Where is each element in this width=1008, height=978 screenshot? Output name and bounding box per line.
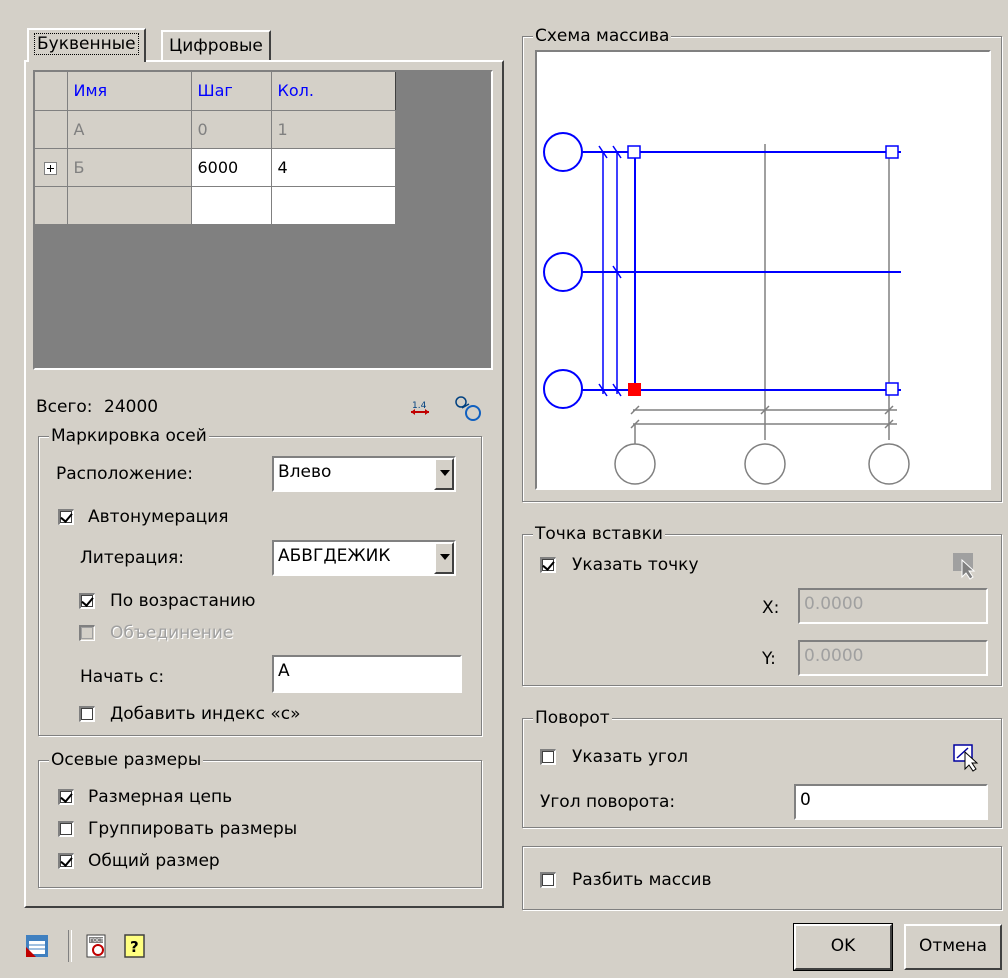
array-scheme-preview: [535, 50, 991, 490]
explode-label[interactable]: Разбить массив: [572, 869, 712, 891]
specify-point-label[interactable]: Указать точку: [572, 554, 699, 576]
cell-name[interactable]: Б: [67, 148, 192, 187]
placement-value: Влево: [278, 462, 332, 482]
angle-input[interactable]: 0: [794, 784, 988, 820]
start-label: Начать с:: [80, 667, 165, 687]
y-input: 0.0000: [798, 640, 988, 676]
literation-value: АБВГДЕЖИК: [278, 546, 391, 566]
tab-letter-label: Буквенные: [34, 33, 139, 55]
literation-dropdown-icon[interactable]: [434, 542, 454, 574]
x-input: 0.0000: [798, 588, 988, 624]
dim-chain-checkbox[interactable]: [58, 789, 74, 805]
cell-count[interactable]: [271, 186, 396, 225]
start-input[interactable]: А: [272, 655, 462, 693]
cell-step[interactable]: [191, 186, 272, 225]
overall-dim-checkbox[interactable]: [58, 853, 74, 869]
literation-label: Литерация:: [80, 548, 184, 568]
tab-digit-label: Цифровые: [169, 36, 263, 56]
group-dims-label[interactable]: Группировать размеры: [88, 818, 297, 840]
autonumber-label[interactable]: Автонумерация: [88, 506, 228, 528]
explode-checkbox[interactable]: [540, 872, 556, 888]
placement-dropdown-icon[interactable]: [434, 458, 454, 490]
total-label: Всего:: [36, 397, 93, 417]
svg-text:ГОСТ: ГОСТ: [90, 938, 104, 944]
dim-chain-label[interactable]: Размерная цепь: [88, 786, 232, 808]
col-header-step[interactable]: Шаг: [191, 72, 272, 111]
expand-cell[interactable]: [35, 148, 68, 187]
bottom-axis-markers: [614, 424, 910, 485]
ok-button-label: OK: [830, 936, 856, 956]
table-row[interactable]: Б 6000 4: [35, 148, 396, 187]
merge-checkbox: [79, 625, 95, 641]
toolbar-separator: [68, 930, 72, 962]
specify-angle-checkbox[interactable]: [540, 749, 556, 765]
merge-label: Объединение: [110, 623, 234, 643]
bottom-dimension-chain: [630, 405, 897, 429]
insert-point-title: Точка вставки: [533, 523, 665, 545]
table-row[interactable]: А 0 1: [35, 110, 396, 149]
specify-angle-label[interactable]: Указать угол: [572, 746, 688, 768]
autonumber-checkbox[interactable]: [58, 509, 74, 525]
svg-text:?: ?: [130, 938, 139, 956]
group-dims-checkbox[interactable]: [58, 821, 74, 837]
placement-select[interactable]: Влево: [272, 456, 456, 492]
swap-axes-icon[interactable]: 1.4: [409, 398, 433, 418]
add-index-label[interactable]: Добавить индекс «с»: [110, 703, 301, 725]
scheme-title: Схема массива: [533, 25, 672, 47]
col-header-name[interactable]: Имя: [67, 72, 192, 111]
col-header-count[interactable]: Кол.: [271, 72, 396, 111]
svg-text:1.4: 1.4: [412, 401, 427, 411]
cell-step[interactable]: 0: [191, 110, 272, 149]
cell-name[interactable]: А: [67, 110, 192, 149]
axes-table[interactable]: Имя Шаг Кол. А 0 1 Б 6000 4: [33, 70, 493, 370]
x-value: 0.0000: [804, 594, 864, 614]
table-header-row: Имя Шаг Кол.: [35, 72, 396, 111]
row-expander: [35, 110, 68, 149]
expand-plus-icon[interactable]: [44, 161, 58, 175]
placement-label: Расположение:: [56, 464, 193, 484]
start-value: А: [278, 661, 290, 681]
cancel-button-label: Отмена: [918, 936, 988, 956]
link-icon[interactable]: [453, 394, 487, 424]
reference-icon[interactable]: ГОСТ: [84, 933, 110, 959]
table-row[interactable]: [35, 186, 396, 225]
rotation-title: Поворот: [533, 707, 612, 729]
row-header-corner: [35, 72, 68, 111]
cell-name[interactable]: [67, 186, 192, 225]
row-expander: [35, 186, 68, 225]
base-point: [628, 383, 641, 396]
vertical-axis-lines: [634, 144, 890, 440]
y-value: 0.0000: [804, 646, 864, 666]
x-label: X:: [762, 598, 780, 618]
grip-points: [627, 145, 899, 396]
horizontal-axis-lines: [575, 151, 901, 391]
overall-dim-label[interactable]: Общий размер: [88, 850, 220, 872]
ok-button[interactable]: OK: [793, 923, 893, 971]
axis-marking-title: Маркировка осей: [49, 425, 209, 447]
pick-point-icon[interactable]: [950, 550, 980, 580]
axis-dims-title: Осевые размеры: [49, 749, 204, 771]
tab-digit[interactable]: Цифровые: [161, 30, 271, 60]
y-label: Y:: [762, 649, 776, 669]
total-value: 24000: [104, 397, 159, 417]
cell-count[interactable]: 4: [271, 148, 396, 187]
ascending-checkbox[interactable]: [79, 593, 95, 609]
cancel-button[interactable]: Отмена: [904, 924, 1002, 970]
add-index-checkbox[interactable]: [79, 706, 95, 722]
angle-value: 0: [800, 790, 811, 810]
ascending-label[interactable]: По возрастанию: [110, 590, 255, 612]
cell-count[interactable]: 1: [271, 110, 396, 149]
table-settings-icon[interactable]: [24, 933, 50, 959]
left-axis-markers: [543, 132, 583, 409]
pick-angle-icon[interactable]: [952, 742, 982, 772]
tab-letter[interactable]: Буквенные: [27, 28, 146, 62]
specify-point-checkbox[interactable]: [540, 557, 556, 573]
cell-step[interactable]: 6000: [191, 148, 272, 187]
angle-label: Угол поворота:: [540, 792, 676, 812]
help-icon[interactable]: ?: [122, 933, 148, 959]
literation-select[interactable]: АБВГДЕЖИК: [272, 540, 456, 576]
